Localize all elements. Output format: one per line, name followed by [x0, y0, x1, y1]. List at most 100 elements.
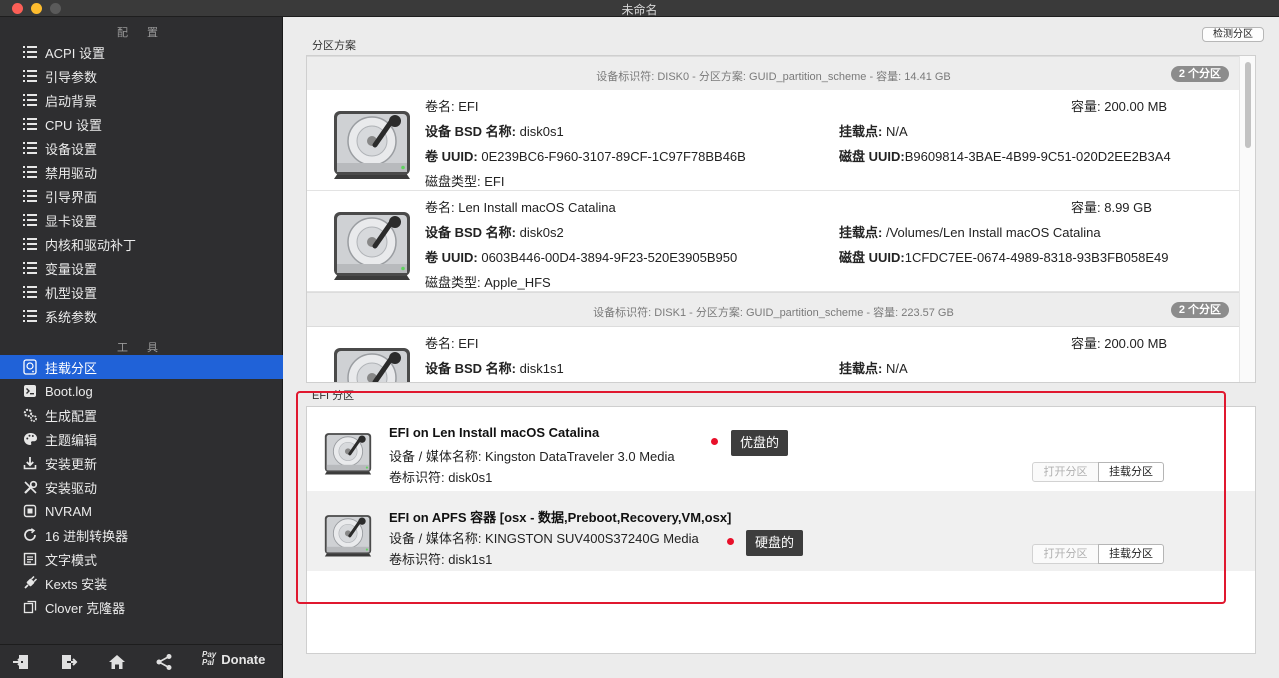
sidebar-item-label: Clover 克隆器: [45, 600, 126, 616]
sidebar-item-label: 主题编辑: [45, 432, 98, 448]
partition-scheme-label: 分区方案: [312, 40, 356, 52]
detect-partitions-button[interactable]: 检测分区: [1202, 27, 1264, 42]
list-icon: [21, 283, 39, 301]
sidebar-item-label: 禁用驱动: [45, 165, 98, 181]
sidebar-item-acpi[interactable]: ACPI 设置: [0, 40, 283, 64]
volume-capacity: 容量: 200.00 MB: [1071, 99, 1168, 114]
refresh-icon: [21, 526, 39, 544]
volume-uuid-key: 卷 UUID:: [425, 149, 482, 164]
home-icon[interactable]: [106, 651, 128, 673]
title-bar: 未命名: [0, 0, 1279, 17]
partition-scheme-panel: 设备标识符: DISK0 - 分区方案: GUID_partition_sche…: [306, 55, 1256, 383]
sidebar-item-nvram[interactable]: NVRAM: [0, 499, 283, 523]
download-icon: [21, 454, 39, 472]
list-icon: [21, 91, 39, 109]
sidebar-item-label: Boot.log: [45, 383, 93, 399]
volume-uuid-row: 卷 UUID: 0E239BC6-F960-3107-89CF-1C97F78B…: [425, 146, 746, 165]
mount-point-value: N/A: [885, 124, 908, 139]
donate-label: Donate: [221, 651, 266, 667]
paypal-logo: Pay Pal: [202, 651, 216, 667]
import-icon[interactable]: [10, 651, 32, 673]
list-icon: [21, 115, 39, 133]
sidebar-item-theme-editor[interactable]: 主题编辑: [0, 427, 283, 451]
sidebar-item-cpu[interactable]: CPU 设置: [0, 112, 283, 136]
sidebar: 配 置 ACPI 设置 引导参数 启动背景 CPU 设置 设备设置 禁用驱动 引…: [0, 17, 283, 678]
mount-point-value: /Volumes/Len Install macOS Catalina: [885, 225, 1101, 240]
plug-icon: [21, 574, 39, 592]
disk-header-text: 设备标识符: DISK1 - 分区方案: GUID_partition_sche…: [593, 307, 954, 319]
sidebar-item-label: 安装更新: [45, 456, 98, 472]
bsd-name-value: disk0s1: [519, 124, 564, 139]
sidebar-item-install-drivers[interactable]: 安装驱动: [0, 475, 283, 499]
disk-uuid-row: 磁盘 UUID:1CFDC7EE-0674-4989-8318-93B3FB05…: [839, 247, 1169, 266]
volume-row[interactable]: 卷名: EFI 容量: 200.00 MB 设备 BSD 名称: disk0s1…: [307, 90, 1240, 191]
mount-point-row: 挂载点: N/A: [839, 358, 908, 377]
disk-uuid-value: 1CFDC7EE-0674-4989-8318-93B3FB058E49: [904, 250, 1169, 265]
volume-row[interactable]: 卷名: Len Install macOS Catalina 容量: 8.99 …: [307, 191, 1240, 292]
mount-point-value: N/A: [885, 361, 908, 376]
sidebar-item-hex-converter[interactable]: 16 进制转换器: [0, 523, 283, 547]
sidebar-item-smbios[interactable]: 机型设置: [0, 280, 283, 304]
sidebar-item-generate-config[interactable]: 生成配置: [0, 403, 283, 427]
sidebar-item-mount-efi[interactable]: 挂载分区: [0, 355, 283, 379]
share-icon[interactable]: [153, 651, 175, 673]
sidebar-item-kexts-installer[interactable]: Kexts 安装: [0, 571, 283, 595]
scrollbar-thumb[interactable]: [1245, 62, 1251, 148]
disk-uuid-key: 磁盘 UUID:: [839, 250, 905, 265]
sidebar-item-boot-graphics[interactable]: 启动背景: [0, 88, 283, 112]
sidebar-item-label: 变量设置: [45, 261, 98, 277]
disk-header: 设备标识符: DISK0 - 分区方案: GUID_partition_sche…: [307, 56, 1240, 91]
hard-drive-icon: [334, 111, 410, 179]
volume-name: 卷名: EFI: [425, 99, 479, 114]
sidebar-item-disable-drivers[interactable]: 禁用驱动: [0, 160, 283, 184]
bsd-name-row: 设备 BSD 名称: disk0s1: [425, 121, 564, 140]
bsd-name-value: disk1s1: [519, 361, 564, 376]
sidebar-item-gui[interactable]: 引导界面: [0, 184, 283, 208]
list-icon: [21, 307, 39, 325]
sidebar-item-label: 引导参数: [45, 69, 98, 85]
sidebar-item-label: 机型设置: [45, 285, 98, 301]
sidebar-item-clover-cloner[interactable]: Clover 克隆器: [0, 595, 283, 619]
sidebar-item-label: 内核和驱动补丁: [45, 237, 137, 253]
bsd-name-row: 设备 BSD 名称: disk0s2: [425, 222, 564, 241]
volume-row[interactable]: 卷名: EFI 容量: 200.00 MB 设备 BSD 名称: disk1s1…: [307, 327, 1240, 382]
bsd-name-value: disk0s2: [519, 225, 564, 240]
sidebar-item-install-updates[interactable]: 安装更新: [0, 451, 283, 475]
disk-type: 磁盘类型: Apple_HFS: [425, 275, 551, 290]
wrench-icon: [21, 478, 39, 496]
disk-header: 设备标识符: DISK1 - 分区方案: GUID_partition_sche…: [307, 292, 1240, 327]
list-icon: [21, 259, 39, 277]
export-icon[interactable]: [58, 651, 80, 673]
volume-uuid-row: 卷 UUID: 0603B446-00D4-3894-9F23-520E3905…: [425, 247, 737, 266]
sidebar-item-rt-variables[interactable]: 变量设置: [0, 256, 283, 280]
disk-type: 磁盘类型: EFI: [425, 174, 505, 189]
sidebar-item-label: 16 进制转换器: [45, 528, 129, 544]
sidebar-item-system-parameters[interactable]: 系统参数: [0, 304, 283, 328]
sidebar-item-label: Kexts 安装: [45, 576, 108, 592]
volume-uuid-key: 卷 UUID:: [425, 250, 482, 265]
sidebar-item-label: 引导界面: [45, 189, 98, 205]
sidebar-item-label: 系统参数: [45, 309, 98, 325]
list-icon: [21, 163, 39, 181]
volume-uuid-value: 0E239BC6-F960-3107-89CF-1C97F78BB46B: [481, 149, 746, 164]
sidebar-item-kernel-patches[interactable]: 内核和驱动补丁: [0, 232, 283, 256]
volume-name: 卷名: EFI: [425, 336, 479, 351]
sidebar-item-boot-log[interactable]: Boot.log: [0, 379, 283, 403]
mount-point-key: 挂载点:: [839, 361, 886, 376]
bsd-name-key: 设备 BSD 名称:: [425, 225, 520, 240]
mount-point-row: 挂载点: N/A: [839, 121, 908, 140]
disk-uuid-key: 磁盘 UUID:: [839, 149, 905, 164]
sidebar-item-label: 生成配置: [45, 408, 98, 424]
donate-button[interactable]: Pay Pal Donate: [202, 651, 265, 667]
sidebar-item-graphics[interactable]: 显卡设置: [0, 208, 283, 232]
sidebar-item-boot-args[interactable]: 引导参数: [0, 64, 283, 88]
list-icon: [21, 43, 39, 61]
sidebar-item-text-mode[interactable]: 文字模式: [0, 547, 283, 571]
palette-icon: [21, 430, 39, 448]
chip-icon: [21, 502, 39, 520]
sidebar-item-devices[interactable]: 设备设置: [0, 136, 283, 160]
volume-name: 卷名: Len Install macOS Catalina: [425, 200, 616, 215]
hard-drive-icon: [334, 348, 410, 382]
bsd-name-key: 设备 BSD 名称:: [425, 361, 520, 376]
vertical-scrollbar[interactable]: [1239, 56, 1255, 382]
